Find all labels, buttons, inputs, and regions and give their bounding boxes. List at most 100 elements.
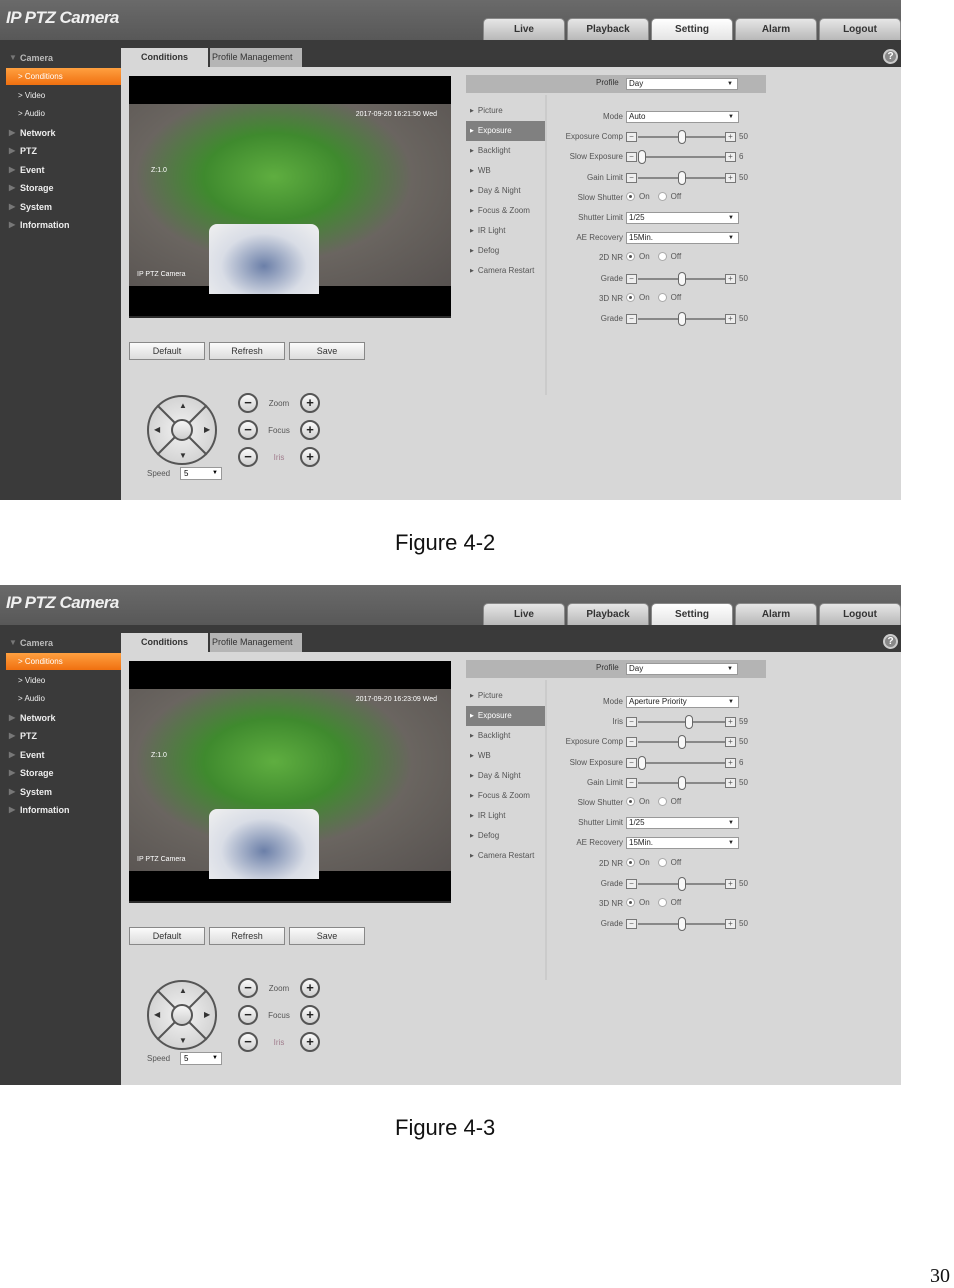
increase-icon[interactable]: + — [725, 132, 736, 143]
radio-on[interactable] — [626, 252, 635, 262]
menu-item-backlight[interactable]: ▶ Backlight — [466, 726, 546, 746]
focus-minus-button[interactable]: − — [238, 1005, 258, 1025]
sidebar-item-storage[interactable]: ▶ Storage — [0, 179, 121, 197]
slider-handle[interactable] — [677, 917, 686, 932]
menu-item-exposure[interactable]: ▶ Exposure — [466, 706, 546, 726]
sidebar-item-camera[interactable]: ▼ Camera — [0, 49, 121, 67]
menu-item-backlight[interactable]: ▶ Backlight — [466, 141, 546, 161]
menu-item-defog[interactable]: ▶ Defog — [466, 241, 546, 261]
sidebar-item-ptz[interactable]: ▶ PTZ — [0, 142, 121, 160]
radio-off[interactable] — [657, 292, 667, 302]
nav-tab-logout[interactable]: Logout — [819, 18, 901, 40]
radio-on[interactable] — [626, 191, 635, 201]
slider-handle[interactable] — [677, 170, 686, 185]
decrease-icon[interactable]: − — [626, 152, 637, 163]
shutter-limit-select[interactable]: 1/25 ▼ — [626, 212, 739, 224]
sidebar-item-storage[interactable]: ▶ Storage — [0, 764, 121, 782]
menu-item-picture[interactable]: ▶ Picture — [466, 101, 546, 121]
increase-icon[interactable]: + — [725, 717, 736, 728]
nav-tab-alarm[interactable]: Alarm — [735, 18, 817, 40]
decrease-icon[interactable]: − — [626, 314, 637, 324]
arrow-up-icon[interactable]: ▲ — [179, 401, 187, 410]
decrease-icon[interactable]: − — [626, 878, 637, 889]
increase-icon[interactable]: + — [725, 777, 736, 788]
shutter-limit-select[interactable]: 1/25 ▼ — [626, 817, 739, 830]
zoom-out-button[interactable]: − — [238, 393, 258, 413]
decrease-icon[interactable]: − — [626, 717, 637, 728]
help-icon[interactable]: ? — [883, 49, 898, 64]
focus-minus-button[interactable]: − — [238, 420, 258, 440]
grade-slider[interactable] — [638, 271, 725, 286]
ae-recovery-select[interactable]: 15Min. ▼ — [626, 232, 739, 245]
mode-select[interactable]: Auto ▼ — [626, 111, 739, 123]
increase-icon[interactable]: + — [725, 878, 736, 889]
menu-item-wb[interactable]: ▶ WB — [466, 746, 546, 766]
radio-off[interactable] — [657, 898, 667, 907]
radio-off[interactable] — [657, 191, 667, 201]
speed-select[interactable]: 5 ▼ — [180, 467, 222, 480]
decrease-icon[interactable]: − — [626, 737, 637, 748]
radio-off[interactable] — [657, 797, 667, 806]
sidebar-item-video[interactable]: > Video — [6, 672, 121, 689]
radio-off[interactable] — [657, 857, 667, 867]
mode-select[interactable]: Aperture Priority ▼ — [626, 696, 739, 708]
radio-on[interactable] — [626, 898, 635, 907]
arrow-right-icon[interactable]: ▶ — [204, 1010, 210, 1019]
decrease-icon[interactable]: − — [626, 919, 637, 930]
exposure-comp-slider[interactable] — [638, 130, 725, 145]
nav-tab-live[interactable]: Live — [483, 603, 565, 625]
ptz-center-button[interactable] — [171, 419, 193, 441]
sidebar-item-information[interactable]: ▶ Information — [0, 216, 121, 234]
tab-conditions[interactable]: Conditions — [121, 48, 208, 67]
nav-tab-playback[interactable]: Playback — [567, 603, 649, 625]
increase-icon[interactable]: + — [725, 737, 736, 748]
save-button[interactable]: Save — [289, 927, 365, 945]
slider-handle[interactable] — [638, 150, 647, 165]
help-icon[interactable]: ? — [883, 634, 898, 649]
decrease-icon[interactable]: − — [626, 757, 637, 768]
increase-icon[interactable]: + — [725, 314, 736, 324]
arrow-right-icon[interactable]: ▶ — [204, 425, 210, 434]
tab-conditions[interactable]: Conditions — [121, 633, 208, 652]
menu-item-picture[interactable]: ▶ Picture — [466, 686, 546, 706]
profile-select[interactable]: Day ▼ — [626, 663, 738, 675]
increase-icon[interactable]: + — [725, 273, 736, 284]
tab-profile-management[interactable]: Profile Management — [210, 48, 302, 67]
grade-slider[interactable] — [638, 876, 725, 891]
decrease-icon[interactable]: − — [626, 132, 637, 143]
sidebar-item-audio[interactable]: > Audio — [6, 105, 121, 122]
menu-item-wb[interactable]: ▶ WB — [466, 161, 546, 181]
gain-limit-slider[interactable] — [638, 170, 725, 185]
zoom-in-button[interactable]: + — [300, 978, 320, 998]
decrease-icon[interactable]: − — [626, 777, 637, 788]
sidebar-item-conditions[interactable]: > Conditions — [6, 68, 121, 85]
slider-handle[interactable] — [677, 271, 686, 286]
nav-tab-playback[interactable]: Playback — [567, 18, 649, 40]
increase-icon[interactable]: + — [725, 152, 736, 163]
sidebar-item-event[interactable]: ▶ Event — [0, 161, 121, 179]
decrease-icon[interactable]: − — [626, 273, 637, 284]
ptz-center-button[interactable] — [171, 1004, 193, 1026]
sidebar-item-information[interactable]: ▶ Information — [0, 801, 121, 819]
decrease-icon[interactable]: − — [626, 172, 637, 183]
gain-limit-slider[interactable] — [638, 775, 725, 790]
increase-icon[interactable]: + — [725, 919, 736, 930]
slider-handle[interactable] — [685, 715, 694, 730]
profile-select[interactable]: Day ▼ — [626, 78, 738, 90]
ae-recovery-select[interactable]: 15Min. ▼ — [626, 837, 739, 850]
nav-tab-alarm[interactable]: Alarm — [735, 603, 817, 625]
grade-slider[interactable] — [638, 917, 725, 932]
menu-item-camera-restart[interactable]: ▶ Camera Restart — [466, 846, 546, 866]
slider-handle[interactable] — [638, 755, 647, 770]
iris-plus-button[interactable]: + — [300, 1032, 320, 1052]
menu-item-defog[interactable]: ▶ Defog — [466, 826, 546, 846]
iris-minus-button[interactable]: − — [238, 1032, 258, 1052]
slider-handle[interactable] — [677, 130, 686, 145]
nav-tab-setting[interactable]: Setting — [651, 603, 733, 625]
default-button[interactable]: Default — [129, 927, 205, 945]
save-button[interactable]: Save — [289, 342, 365, 360]
speed-select[interactable]: 5 ▼ — [180, 1052, 222, 1065]
nav-tab-live[interactable]: Live — [483, 18, 565, 40]
menu-item-ir-light[interactable]: ▶ IR Light — [466, 806, 546, 826]
increase-icon[interactable]: + — [725, 757, 736, 768]
